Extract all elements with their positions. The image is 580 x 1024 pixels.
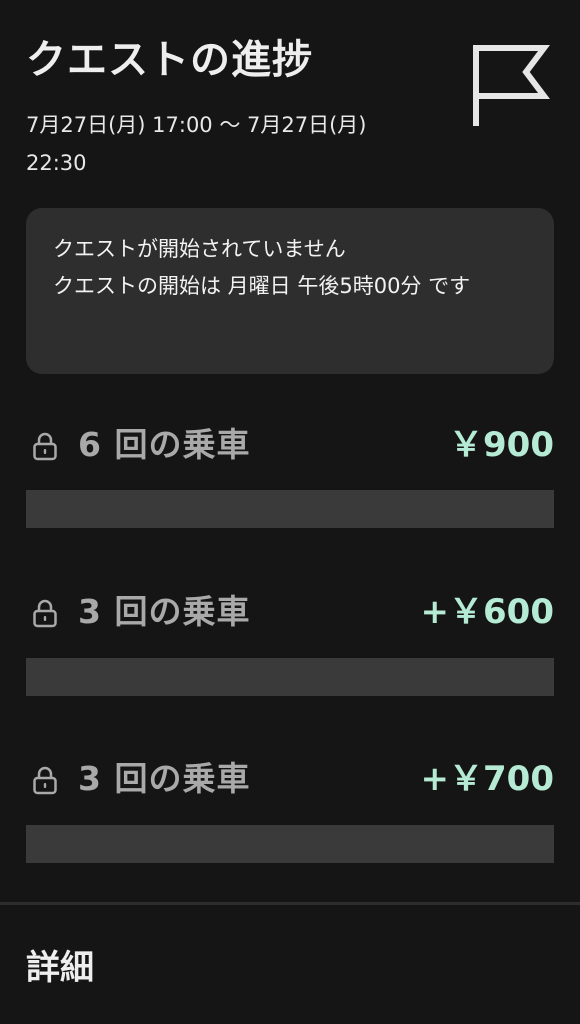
quest-label: 3 回の乗車 [78,592,251,631]
lock-icon [33,432,57,461]
lock-icon [33,766,57,795]
quest-row: 3 回の乗車 +￥600 [26,588,554,636]
quest-row: 3 回の乗車 +￥700 [26,755,554,803]
lock-icon [33,599,57,628]
notice-body: クエストの開始は 月曜日 午後5時00分 です [53,274,471,298]
quest-label: 3 回の乗車 [78,759,251,798]
quest-progress-bar [26,490,554,528]
quest-label: 6 回の乗車 [78,425,251,464]
quest-reward: +￥600 [420,592,554,632]
details-section-title[interactable]: 詳細 [26,944,94,992]
flag-icon [473,45,550,126]
quest-status-notice: クエストが開始されていません クエストの開始は 月曜日 午後5時00分 です [26,208,554,374]
quest-progress-bar [26,658,554,696]
quest-reward: ￥900 [449,425,554,465]
section-divider [0,902,580,905]
quest-date-range: 7月27日(月) 17:00 〜 7月27日(月) 22:30 [26,113,367,175]
quest-progress-bar [26,825,554,863]
quest-row: 6 回の乗車 ￥900 [26,421,554,469]
page-title: クエストの進捗 [26,37,313,83]
quest-reward: +￥700 [420,759,554,799]
notice-title: クエストが開始されていません [53,237,346,261]
